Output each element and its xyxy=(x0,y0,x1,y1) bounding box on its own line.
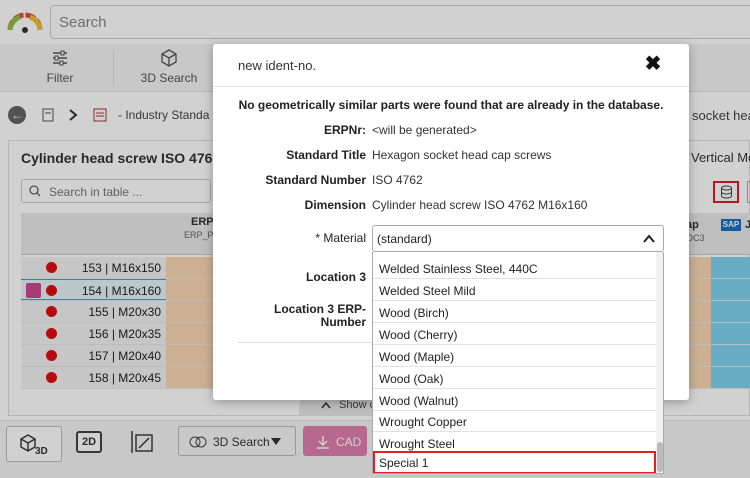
field-dimension: Dimension Cylinder head screw ISO 4762 M… xyxy=(213,198,689,216)
field-standard-title: Standard Title Hexagon socket head cap s… xyxy=(213,148,689,166)
field-value: Cylinder head screw ISO 4762 M16x160 xyxy=(372,198,588,212)
material-option[interactable]: Wrought Copper xyxy=(373,410,656,432)
option-label: Welded Steel Mild xyxy=(379,284,476,298)
location3-erp-label: Location 3 ERP-Number xyxy=(273,302,366,329)
field-label: Standard Number xyxy=(265,173,366,187)
material-option[interactable]: Welded Steel Mild xyxy=(373,279,656,301)
field-value: <will be generated> xyxy=(372,123,477,137)
field-label: ERPNr: xyxy=(323,123,366,137)
option-label: Wood (Maple) xyxy=(379,350,455,364)
chevron-up-icon xyxy=(643,234,655,243)
material-option-highlighted[interactable]: Special 1 xyxy=(373,451,656,473)
similarity-notice: No geometrically similar parts were foun… xyxy=(238,98,664,112)
close-icon[interactable]: ✖ xyxy=(643,54,663,74)
field-erpnr: ERPNr: <will be generated> xyxy=(213,123,689,141)
option-label: Wood (Walnut) xyxy=(379,394,459,408)
material-option[interactable]: Wood (Cherry) xyxy=(373,323,656,345)
field-value: ISO 4762 xyxy=(372,173,423,187)
material-label: * Material xyxy=(315,231,366,245)
material-option[interactable]: Wood (Oak) xyxy=(373,367,656,389)
form-divider xyxy=(238,342,378,343)
option-label: Wood (Birch) xyxy=(379,306,449,320)
field-value: Hexagon socket head cap screws xyxy=(372,148,552,162)
option-label: Wood (Cherry) xyxy=(379,328,458,342)
material-dropdown-list[interactable]: Welded Stainless Steel, 440C Welded Stee… xyxy=(372,252,664,474)
field-label: Standard Title xyxy=(286,148,366,162)
field-label: Dimension xyxy=(304,198,366,212)
material-select[interactable]: (standard) xyxy=(372,225,664,252)
dialog-divider xyxy=(213,86,689,87)
material-option[interactable]: Wood (Maple) xyxy=(373,345,656,367)
option-label: Special 1 xyxy=(379,456,429,470)
dialog-title: new ident-no. xyxy=(238,58,317,73)
field-standard-number: Standard Number ISO 4762 xyxy=(213,173,689,191)
option-label: Wrought Steel xyxy=(379,437,455,451)
option-label: Wood (Oak) xyxy=(379,372,444,386)
option-label: Wrought Copper xyxy=(379,415,467,429)
option-label: Welded Stainless Steel, 440C xyxy=(379,262,538,276)
scrollbar-thumb[interactable] xyxy=(657,442,663,472)
material-option[interactable]: Wood (Walnut) xyxy=(373,389,656,411)
material-option[interactable]: Wood (Birch) xyxy=(373,301,656,323)
material-option[interactable]: Welded Stainless Steel, 440C xyxy=(373,257,656,279)
location3-label: Location 3 xyxy=(305,270,366,284)
material-select-value: (standard) xyxy=(377,232,432,246)
dropdown-scrollbar[interactable] xyxy=(656,252,663,473)
